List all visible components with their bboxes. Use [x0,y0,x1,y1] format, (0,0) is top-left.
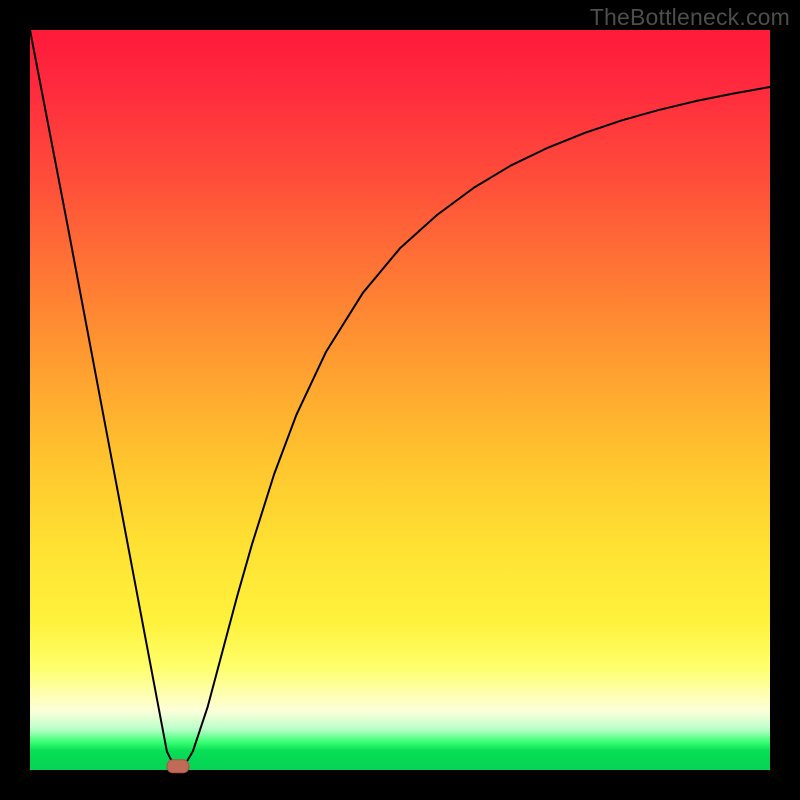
optimal-point-marker [167,760,189,773]
chart-frame: TheBottleneck.com [0,0,800,800]
bottleneck-curve [30,30,770,766]
watermark-text: TheBottleneck.com [590,4,790,31]
chart-svg-overlay [30,30,770,770]
